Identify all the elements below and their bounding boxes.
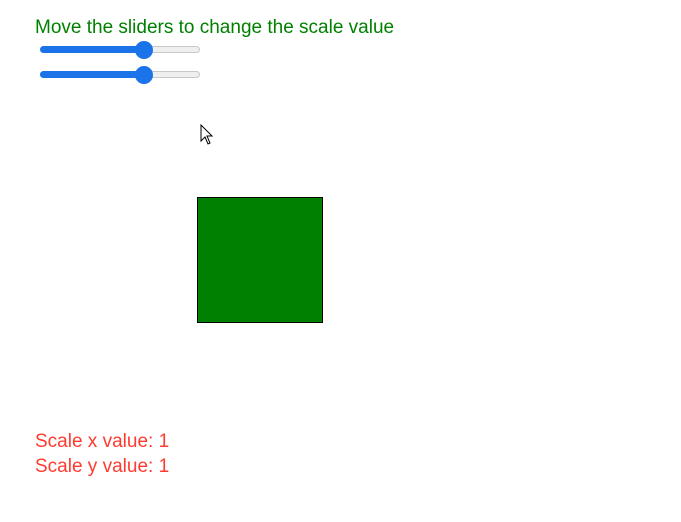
instruction-text: Move the sliders to change the scale val… xyxy=(35,17,395,38)
slider-fill xyxy=(40,46,144,53)
slider-thumb[interactable] xyxy=(135,41,153,59)
scaled-square xyxy=(197,197,323,323)
scale-x-value: Scale x value: 1 xyxy=(35,431,170,452)
scale-y-value: Scale y value: 1 xyxy=(35,456,170,477)
slider-thumb[interactable] xyxy=(135,66,153,84)
scale-x-slider[interactable] xyxy=(40,41,200,59)
scale-y-slider[interactable] xyxy=(40,66,200,84)
slider-fill xyxy=(40,71,144,78)
mouse-pointer-icon xyxy=(200,124,214,145)
